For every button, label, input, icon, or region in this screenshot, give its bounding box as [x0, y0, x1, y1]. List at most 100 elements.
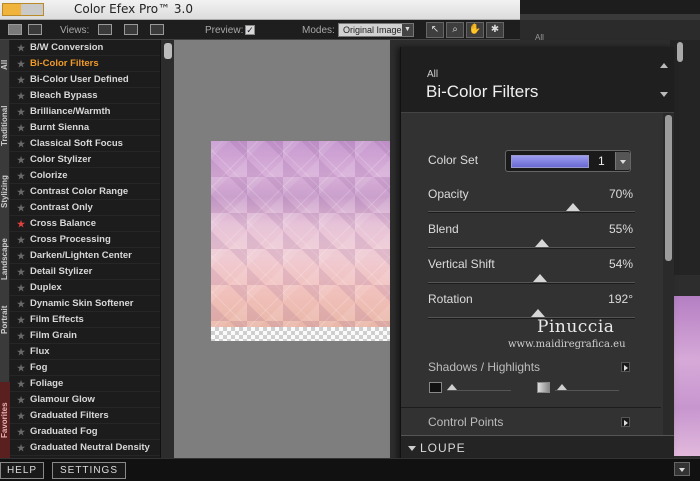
shadows-slider[interactable]: [447, 384, 511, 391]
favorite-star-icon[interactable]: ★: [17, 312, 25, 328]
favorite-star-icon[interactable]: ★: [17, 280, 25, 296]
filter-list-item[interactable]: ★ Contrast Only: [10, 200, 160, 216]
filter-list-item[interactable]: ★ Bleach Bypass: [10, 88, 160, 104]
filter-list-item[interactable]: ★ Contrast Color Range: [10, 184, 160, 200]
expand-right-icon[interactable]: [621, 362, 630, 372]
favorite-star-icon[interactable]: ★: [17, 248, 25, 264]
favorite-star-icon[interactable]: ★: [17, 72, 25, 88]
filter-list-item[interactable]: ★ Color Stylizer: [10, 152, 160, 168]
settings-button[interactable]: SETTINGS: [52, 462, 126, 479]
filter-list-item[interactable]: ★ Colorize: [10, 168, 160, 184]
tab-all[interactable]: All: [0, 54, 10, 76]
single-view-icon[interactable]: [8, 24, 22, 35]
pointer-tool-icon[interactable]: ↖: [426, 22, 444, 38]
filter-list-item[interactable]: ★ Brilliance/Warmth: [10, 104, 160, 120]
panel-title: Bi-Color Filters: [426, 82, 539, 101]
rotation-slider-thumb[interactable]: [530, 309, 545, 317]
tab-traditional[interactable]: Traditional: [0, 92, 10, 160]
filter-list-item[interactable]: ★ Fog: [10, 360, 160, 376]
filter-list-item[interactable]: ★ Film Grain: [10, 328, 160, 344]
scrollbar-thumb[interactable]: [665, 115, 672, 261]
expand-down-icon[interactable]: [660, 92, 668, 97]
zoom-tool-icon[interactable]: ⌕: [446, 22, 464, 38]
favorite-star-icon[interactable]: ★: [17, 200, 25, 216]
panel-scrollbar[interactable]: [663, 113, 674, 435]
collapse-up-icon[interactable]: [660, 63, 668, 68]
filter-list-item[interactable]: ★ Film Effects: [10, 312, 160, 328]
favorite-star-icon[interactable]: ★: [17, 40, 25, 56]
favorite-star-icon[interactable]: ★: [17, 104, 25, 120]
favorite-star-icon[interactable]: ★: [17, 168, 25, 184]
filter-list-item[interactable]: ★ Bi-Color User Defined: [10, 72, 160, 88]
tab-landscape[interactable]: Landscape: [0, 225, 10, 293]
favorite-star-icon[interactable]: ★: [17, 152, 25, 168]
highlights-slider[interactable]: [555, 384, 619, 391]
favorite-star-icon[interactable]: ★: [17, 296, 25, 312]
view-mode-3-icon[interactable]: [150, 24, 164, 35]
filter-list-item[interactable]: ★ Flux: [10, 344, 160, 360]
filter-list-scrollbar[interactable]: [160, 40, 174, 458]
filter-list-item[interactable]: ★ Darken/Lighten Center: [10, 248, 160, 264]
control-points-heading[interactable]: Control Points: [428, 415, 503, 429]
hand-tool-icon[interactable]: ✋: [466, 22, 484, 38]
favorite-star-icon[interactable]: ★: [17, 136, 25, 152]
chevron-down-icon[interactable]: [615, 152, 630, 170]
shadows-highlights-heading[interactable]: Shadows / Highlights: [428, 360, 540, 374]
shadows-slider-thumb[interactable]: [447, 384, 457, 390]
favorite-star-icon[interactable]: ★: [17, 376, 25, 392]
opacity-slider-thumb[interactable]: [565, 203, 580, 211]
filter-list-item[interactable]: ★ Graduated Fog: [10, 424, 160, 440]
favorite-star-icon[interactable]: ★: [17, 392, 25, 408]
filter-list-item[interactable]: ★ Detail Stylizer: [10, 264, 160, 280]
vertical-shift-slider-thumb[interactable]: [532, 274, 547, 282]
scrollbar-thumb[interactable]: [164, 43, 172, 59]
expand-right-icon[interactable]: [621, 417, 630, 427]
favorite-star-icon[interactable]: ★: [17, 440, 25, 456]
background-color-icon[interactable]: ✱: [486, 22, 504, 38]
blend-slider-thumb[interactable]: [534, 239, 549, 247]
tab-favorites[interactable]: Favorites: [0, 382, 10, 458]
background-scrollbar[interactable]: [670, 40, 700, 275]
favorite-star-icon[interactable]: ★: [17, 424, 25, 440]
favorite-star-icon[interactable]: ★: [17, 328, 25, 344]
filter-list-item[interactable]: ★ Duplex: [10, 280, 160, 296]
favorite-star-icon[interactable]: ★: [17, 344, 25, 360]
help-button[interactable]: HELP: [0, 462, 44, 479]
filter-list-item[interactable]: ★ Graduated Neutral Density: [10, 440, 160, 456]
favorite-star-icon[interactable]: ★: [17, 232, 25, 248]
scrollbar-thumb[interactable]: [677, 42, 683, 62]
favorite-star-icon[interactable]: ★: [17, 408, 25, 424]
highlights-slider-thumb[interactable]: [557, 384, 567, 390]
filter-list-item[interactable]: ★ Dynamic Skin Softener: [10, 296, 160, 312]
favorite-star-icon[interactable]: ★: [17, 360, 25, 376]
filter-list-item[interactable]: ★ Glamour Glow: [10, 392, 160, 408]
blend-slider[interactable]: [428, 239, 635, 249]
view-mode-1-icon[interactable]: [98, 24, 112, 35]
color-set-select[interactable]: 1: [505, 150, 631, 172]
shadows-swatch: [429, 382, 442, 393]
loupe-header[interactable]: LOUPE: [401, 435, 674, 459]
modes-select[interactable]: Original Image ▼: [338, 23, 414, 37]
vertical-shift-slider[interactable]: [428, 274, 635, 284]
filter-list-item[interactable]: ★ Burnt Sienna: [10, 120, 160, 136]
tab-stylizing[interactable]: Stylizing: [0, 162, 10, 222]
view-mode-2-icon[interactable]: [124, 24, 138, 35]
filter-list-item[interactable]: ★ Classical Soft Focus: [10, 136, 160, 152]
filter-list-item[interactable]: ★ Graduated Filters: [10, 408, 160, 424]
filter-list-item[interactable]: ★ Cross Balance: [10, 216, 160, 232]
favorite-star-icon[interactable]: ★: [17, 56, 25, 72]
tab-portrait[interactable]: Portrait: [0, 295, 10, 345]
favorite-star-icon[interactable]: ★: [17, 264, 25, 280]
filter-list-item[interactable]: ★ Cross Processing: [10, 232, 160, 248]
filter-list-item[interactable]: ★ Foliage: [10, 376, 160, 392]
loupe-options-dropdown[interactable]: [674, 462, 690, 476]
favorite-star-icon[interactable]: ★: [17, 88, 25, 104]
favorite-star-icon[interactable]: ★: [17, 216, 25, 232]
opacity-slider[interactable]: [428, 203, 635, 213]
filter-list-item[interactable]: ★ B/W Conversion: [10, 40, 160, 56]
favorite-star-icon[interactable]: ★: [17, 184, 25, 200]
preview-checkbox[interactable]: ✓: [245, 25, 255, 35]
filter-list-item[interactable]: ★ Bi-Color Filters: [10, 56, 160, 72]
split-view-icon[interactable]: [28, 24, 42, 35]
favorite-star-icon[interactable]: ★: [17, 120, 25, 136]
